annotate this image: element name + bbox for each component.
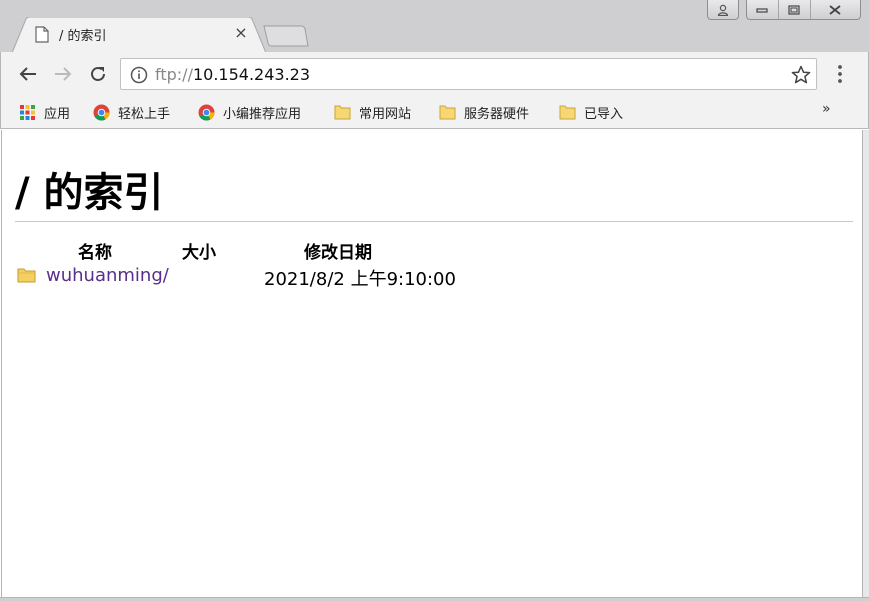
url-text[interactable]: ftp://10.154.243.23 <box>155 65 310 84</box>
table-row: wuhuanming/ 2021/8/2 上午9:10:00 <box>2 264 602 290</box>
directory-link[interactable]: wuhuanming/ <box>46 265 169 286</box>
folder-icon <box>559 105 576 119</box>
chrome-icon <box>93 104 110 120</box>
bookmark-label: 应用 <box>44 106 71 122</box>
bookmark-recommended-apps[interactable]: 小编推荐应用 <box>198 101 301 123</box>
close-icon <box>829 4 841 15</box>
apps-grid-icon <box>20 104 35 120</box>
reload-icon <box>91 67 105 81</box>
bookmark-folder-server-hardware[interactable]: 服务器硬件 <box>439 101 529 123</box>
maximize-icon <box>788 4 800 15</box>
bookmark-label: 服务器硬件 <box>464 106 530 122</box>
bookmarks-bar: 应用 轻松上手 小编推荐应用 常用网站 服务器硬件 已导入 » <box>0 96 869 129</box>
user-icon <box>717 4 729 16</box>
reload-button[interactable] <box>86 62 110 86</box>
address-bar[interactable]: ftp://10.154.243.23 <box>120 58 817 90</box>
browser-toolbar: ftp://10.154.243.23 <box>0 52 869 96</box>
window-border-right <box>862 130 869 601</box>
close-window-button[interactable] <box>811 0 860 19</box>
back-arrow-icon <box>19 67 36 81</box>
forward-arrow-icon <box>55 67 72 81</box>
active-tab[interactable]: / 的索引 × <box>12 17 266 53</box>
column-header-name[interactable]: 名称 <box>78 238 112 263</box>
maximize-button[interactable] <box>779 0 811 19</box>
bookmark-getting-started[interactable]: 轻松上手 <box>93 101 170 123</box>
page-title: / 的索引 <box>15 170 164 216</box>
menu-dots-icon[interactable] <box>831 64 849 84</box>
tab-title: / 的索引 <box>59 29 107 44</box>
url-host: 10.154.243.23 <box>192 65 311 84</box>
folder-icon <box>439 105 456 119</box>
modified-date: 2021/8/2 上午9:10:00 <box>264 269 456 290</box>
url-scheme: ftp:// <box>155 65 193 84</box>
info-icon[interactable] <box>130 66 148 84</box>
bookmark-label: 已导入 <box>584 106 624 122</box>
page-content: / 的索引 名称 大小 修改日期 wuhuanming/ 2021/8/2 上午… <box>1 130 863 598</box>
tab-close-button[interactable]: × <box>231 23 251 43</box>
minimize-icon <box>756 7 769 13</box>
bookmark-folder-common-sites[interactable]: 常用网站 <box>334 101 411 123</box>
bookmark-label: 轻松上手 <box>118 106 171 122</box>
document-icon <box>35 26 49 43</box>
folder-icon <box>17 268 36 283</box>
folder-icon <box>334 105 351 119</box>
back-button[interactable] <box>16 62 40 86</box>
window-controls <box>746 0 861 20</box>
user-profile-button[interactable] <box>707 0 739 20</box>
title-bar: / 的索引 × <box>0 0 869 53</box>
window-border-bottom <box>0 597 869 601</box>
divider <box>15 221 853 222</box>
minimize-button[interactable] <box>747 0 779 19</box>
chrome-icon <box>198 104 215 120</box>
bookmark-apps[interactable]: 应用 <box>19 101 70 123</box>
column-header-size[interactable]: 大小 <box>182 238 216 263</box>
column-header-modified[interactable]: 修改日期 <box>304 238 372 263</box>
bookmarks-overflow-button[interactable]: » <box>822 101 831 117</box>
new-tab-button[interactable] <box>263 24 309 48</box>
bookmark-label: 小编推荐应用 <box>223 106 302 122</box>
forward-button[interactable] <box>51 62 75 86</box>
bookmark-star-icon[interactable] <box>791 65 811 85</box>
bookmark-folder-imported[interactable]: 已导入 <box>559 101 623 123</box>
bookmark-label: 常用网站 <box>359 106 412 122</box>
